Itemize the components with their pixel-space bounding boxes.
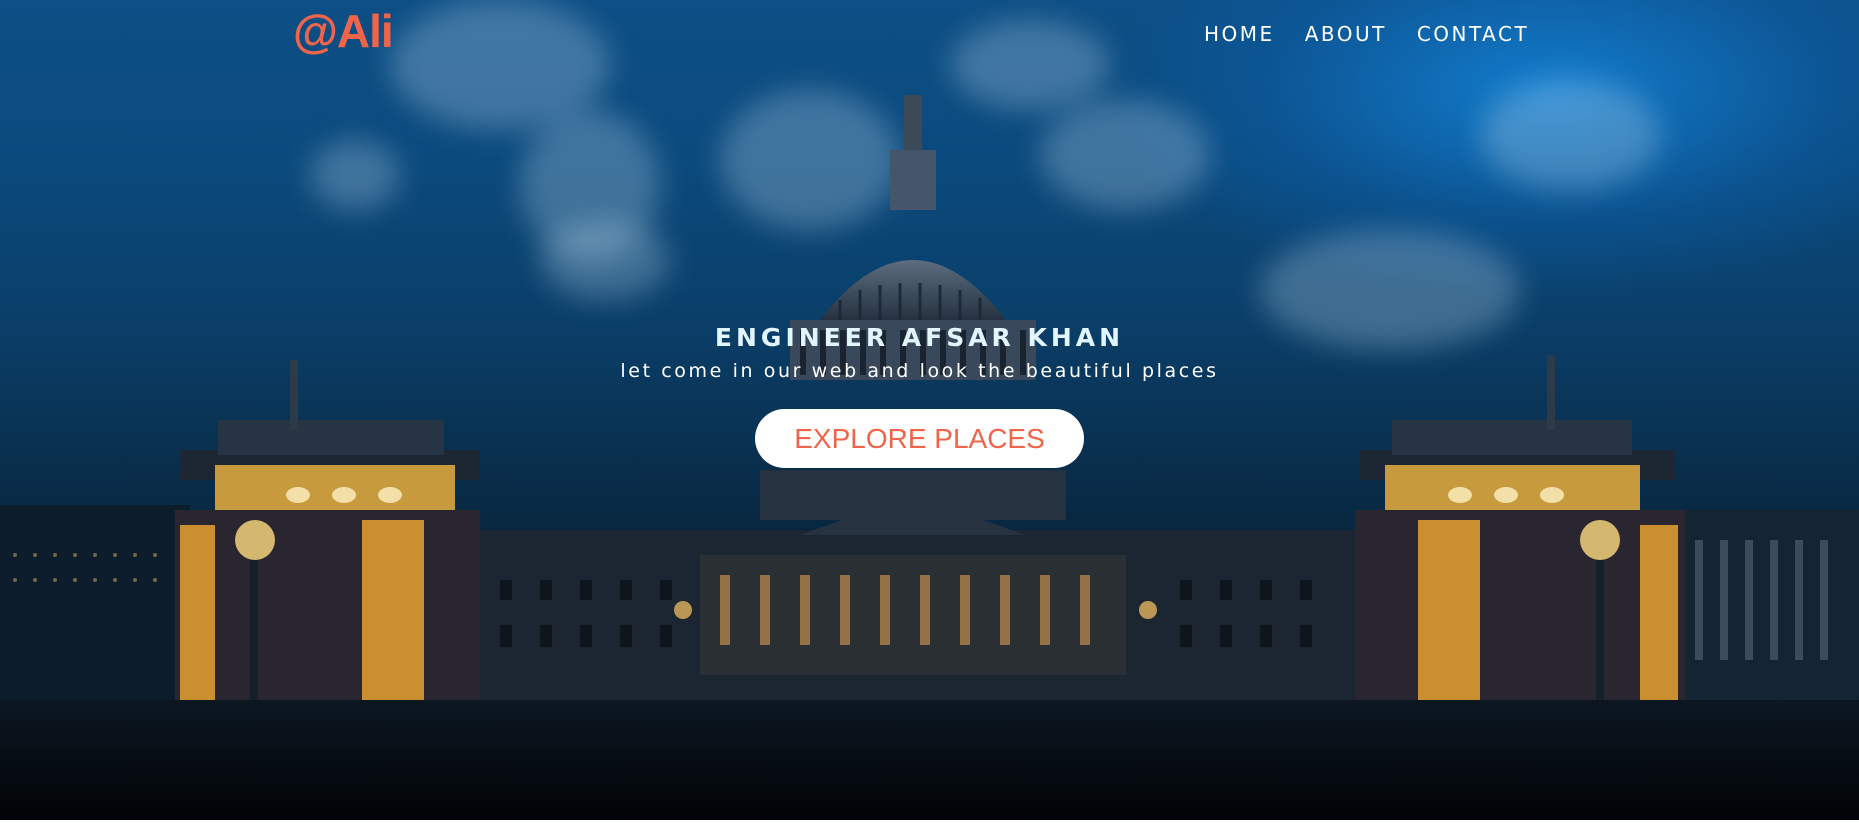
nav-link-about[interactable]: ABOUT bbox=[1305, 22, 1387, 46]
nav-link-home[interactable]: HOME bbox=[1204, 22, 1275, 46]
hero-text-block: ENGINEER AFSAR KHAN let come in our web … bbox=[0, 323, 1839, 382]
site-logo[interactable]: @Ali bbox=[293, 4, 394, 58]
nav-link-contact[interactable]: CONTACT bbox=[1417, 22, 1529, 46]
hero-section: @Ali HOME ABOUT CONTACT ENGINEER AFSAR K… bbox=[0, 0, 1859, 820]
top-navbar: @Ali HOME ABOUT CONTACT bbox=[0, 0, 1859, 70]
explore-places-button[interactable]: EXPLORE PLACES bbox=[755, 409, 1084, 468]
hero-title: ENGINEER AFSAR KHAN bbox=[714, 323, 1125, 352]
hero-subtitle: let come in our web and look the beautif… bbox=[620, 360, 1219, 382]
nav-links: HOME ABOUT CONTACT bbox=[1204, 22, 1559, 46]
